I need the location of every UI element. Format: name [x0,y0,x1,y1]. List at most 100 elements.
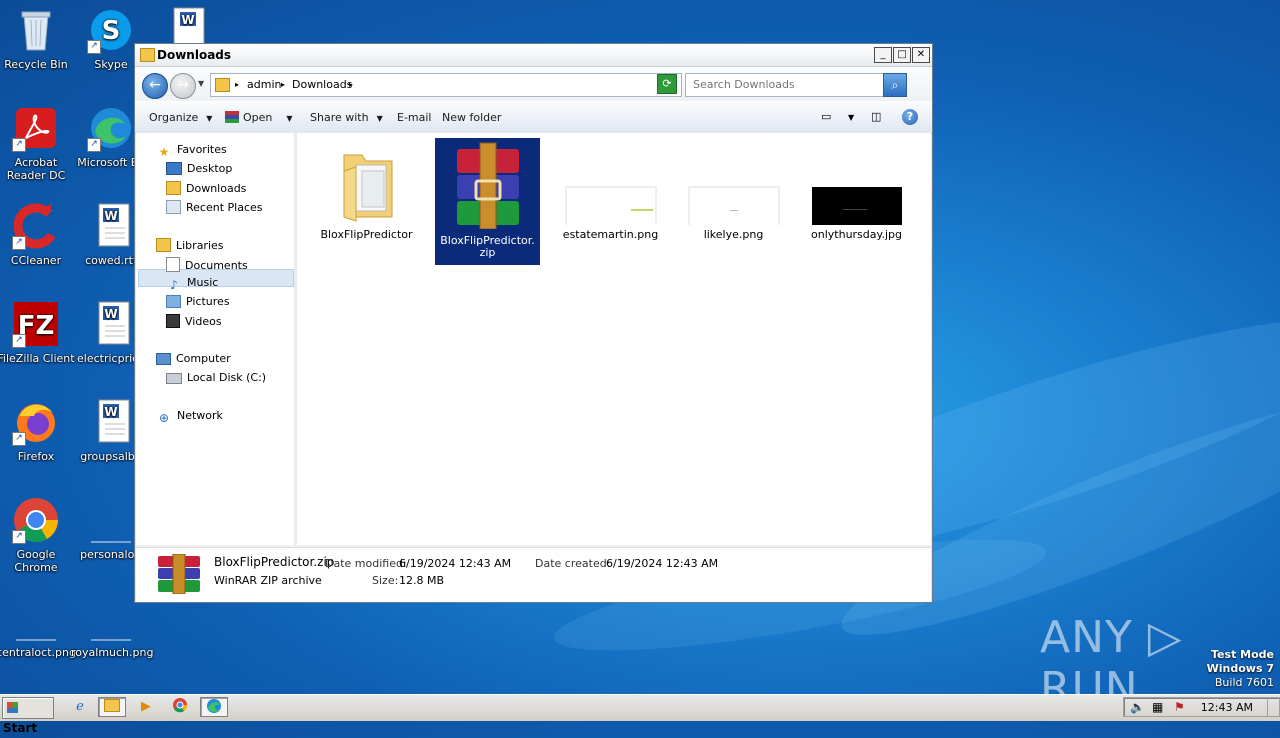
word-doc-icon: W [87,398,135,446]
nav-label: Downloads [186,182,247,195]
libraries-icon [156,238,171,252]
folder-icon [322,141,412,225]
breadcrumb-admin[interactable]: admin [247,78,281,91]
nav-label: Pictures [186,295,230,308]
clock[interactable]: 12:43 AM [1201,701,1253,714]
file-item-png[interactable]: estatemartin.png [558,141,663,241]
nav-documents[interactable]: Documents [166,257,248,272]
nav-pictures[interactable]: Pictures [166,295,230,308]
chevron-right-icon[interactable]: ▸ [349,80,353,89]
desktop-icon-filezilla[interactable]: FZ ↗ FileZilla Client [0,300,76,365]
close-button[interactable]: ✕ [912,47,930,63]
svg-text:S: S [102,16,121,46]
detail-size: 12.8 MB [399,574,445,587]
network-icon[interactable]: ▦ [1152,700,1163,714]
share-with-button[interactable]: Share with ▼ [310,111,383,124]
change-view-icon[interactable]: ▭ [821,110,831,123]
action-center-icon[interactable]: ⚑ [1174,700,1185,714]
start-button[interactable]: Start [2,697,54,735]
nav-favorites[interactable]: ★ Favorites [156,143,227,159]
desktop-icon-ccleaner[interactable]: ↗ CCleaner [0,202,76,267]
forward-button[interactable]: → [170,73,196,99]
os-name-text: Windows 7 [1206,662,1274,675]
desktop-icon-centraloct[interactable]: centraloct.png [0,594,76,659]
hard-drive-icon [166,373,182,384]
desktop-icon-label: royalmuch.png [71,646,154,659]
folder-icon [215,78,230,92]
folder-icon [140,48,155,62]
nav-network[interactable]: ⊕ Network [156,409,223,425]
file-item-png[interactable]: likelye.png [681,141,786,241]
nav-label: Music [187,276,219,289]
help-button[interactable]: ? [902,109,918,125]
file-item-jpg[interactable]: onlythursday.jpg [804,141,909,241]
nav-recent-places[interactable]: Recent Places [166,200,263,214]
chrome-icon[interactable] [166,697,194,717]
chevron-down-icon[interactable]: ▼ [848,113,854,122]
desktop-icon-chrome[interactable]: ↗ Google Chrome [0,496,76,574]
new-folder-button[interactable]: New folder [442,111,501,124]
test-mode-text: Test Mode [1211,648,1274,661]
detail-date-modified: 6/19/2024 12:43 AM [399,557,512,570]
recent-pages-dropdown[interactable]: ▼ [198,79,204,88]
svg-text:W: W [104,209,117,223]
command-bar: Organize ▼ Open ▼ Share with ▼ E-mail New f… [135,101,932,134]
downloads-folder-icon [166,181,181,195]
build-text: Build 7601 [1214,676,1274,689]
nav-desktop[interactable]: Desktop [166,162,232,175]
word-doc-icon: W [87,300,135,348]
nav-label: Recent Places [186,201,263,214]
preview-pane-icon[interactable]: ◫ [871,110,881,123]
desktop-icon-royalmuch[interactable]: royalmuch.png [71,594,154,659]
desktop-icon-label: centraloct.png [0,646,76,659]
minimize-button[interactable]: _ [874,47,892,63]
internet-explorer-icon[interactable]: ℯ [66,697,94,717]
image-thumbnail-icon [565,141,657,234]
nav-videos[interactable]: Videos [166,314,222,328]
file-name: likelye.png [703,228,764,241]
email-button[interactable]: E-mail [397,111,432,124]
edge-icon[interactable] [200,697,228,717]
image-thumbnail-icon [811,141,903,233]
nav-local-disk[interactable]: Local Disk (C:) [166,371,266,384]
search-icon[interactable]: ⌕ [883,73,907,97]
desktop-icon-recycle-bin[interactable]: Recycle Bin [0,6,76,71]
chevron-down-icon: ▼ [206,114,213,123]
nav-computer[interactable]: Computer [156,352,231,365]
nav-downloads[interactable]: Downloads [166,181,246,195]
refresh-button[interactable]: ⟳ [657,74,677,94]
back-button[interactable]: ← [142,73,168,99]
breadcrumb[interactable]: ▸ admin ▸ Downloads ▸ ▼ [210,73,682,97]
media-player-icon[interactable]: ▶ [132,697,160,717]
firefox-icon: ↗ [12,398,60,446]
open-button[interactable]: Open ▼ [225,111,293,124]
nav-label: Computer [176,352,231,365]
title-bar[interactable]: Downloads _ □ ✕ [135,44,932,67]
file-item-folder[interactable]: BloxFlipPredictor [314,141,419,241]
nav-label: Desktop [187,162,233,175]
file-name: estatemartin.png [562,228,659,241]
search-input[interactable] [691,77,875,92]
explorer-task-button[interactable] [98,697,126,717]
windows-logo-icon [7,702,18,713]
chevron-right-icon[interactable]: ▸ [235,80,239,89]
chrome-icon: ↗ [12,496,60,544]
organize-button[interactable]: Organize ▼ [149,111,212,124]
filezilla-icon: FZ ↗ [12,300,60,348]
pictures-icon [166,295,181,308]
desktop-icon-firefox[interactable]: ↗ Firefox [0,398,76,463]
nav-libraries[interactable]: Libraries [156,238,224,252]
videos-icon [166,314,180,328]
winrar-archive-icon [443,138,533,231]
nav-label: Favorites [177,143,227,156]
desktop-icon-acrobat[interactable]: ↗ Acrobat Reader DC [0,104,76,182]
search-box: ⌕ [685,73,907,97]
file-item-zip[interactable]: BloxFlipPredictor.zip [435,138,540,265]
maximize-button[interactable]: □ [893,47,911,63]
detail-date-created: 6/19/2024 12:43 AM [606,557,719,570]
show-desktop-button[interactable] [1267,697,1278,717]
breadcrumb-downloads[interactable]: Downloads [292,78,352,91]
nav-music[interactable]: ♪ Music [166,276,218,292]
volume-icon[interactable]: 🔈 [1130,700,1145,714]
chevron-right-icon[interactable]: ▸ [281,80,285,89]
